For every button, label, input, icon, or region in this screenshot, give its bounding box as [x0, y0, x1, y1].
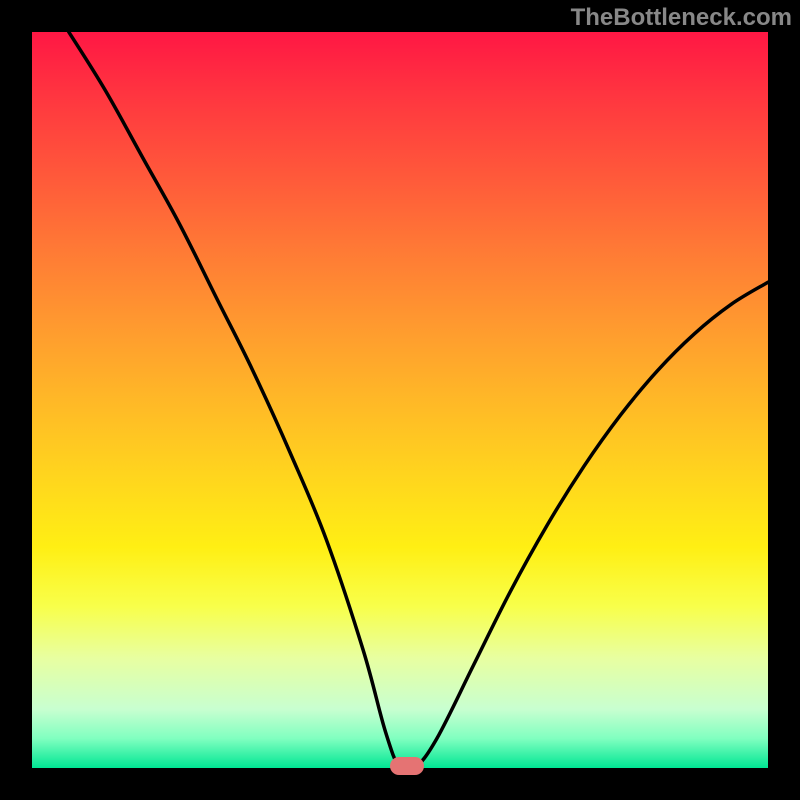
plot-area: [32, 32, 768, 768]
bottleneck-curve-line: [69, 32, 768, 768]
curve-svg: [32, 32, 768, 768]
optimal-point-marker: [390, 757, 424, 775]
watermark-text: TheBottleneck.com: [571, 4, 792, 32]
bottleneck-chart: TheBottleneck.com: [0, 0, 800, 800]
